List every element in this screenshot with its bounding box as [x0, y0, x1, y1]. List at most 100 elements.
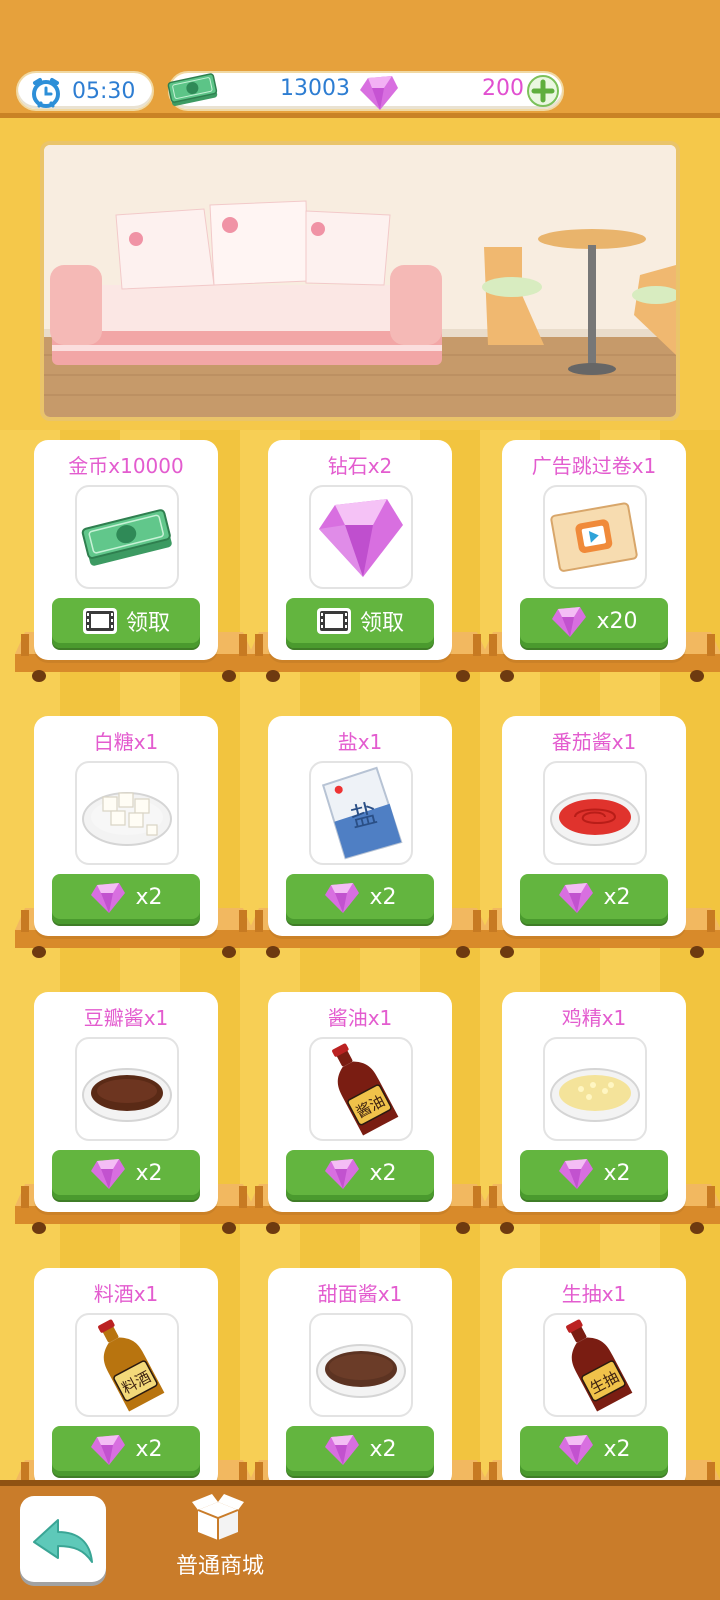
- back-button[interactable]: [20, 1496, 106, 1582]
- room-banner: [40, 141, 680, 421]
- ad-skip-ticket-icon: [550, 502, 638, 572]
- coin-count: 13003: [280, 76, 350, 101]
- bean-paste-plate-icon: [82, 1068, 172, 1122]
- buy-with-gems-button[interactable]: x2: [286, 1426, 434, 1476]
- item-image: [75, 485, 179, 589]
- price-label: x2: [603, 1160, 631, 1186]
- item-card: 生抽x1 生抽 x2: [502, 1268, 686, 1480]
- item-image: [543, 761, 647, 865]
- pink-diamond-icon: [552, 607, 587, 637]
- item-card: 盐x1 盐 x2: [268, 716, 452, 936]
- buy-with-gems-button[interactable]: x2: [286, 1150, 434, 1200]
- buy-with-gems-button[interactable]: x20: [520, 598, 668, 648]
- buy-with-gems-button[interactable]: x2: [520, 874, 668, 924]
- shop-item-card: 酱油x1 酱油 x2: [249, 982, 487, 1252]
- item-title: 金币x10000: [68, 454, 184, 478]
- top-bar: 05:30 13003 200: [0, 0, 720, 118]
- sweet-bean-sauce-plate-icon: [316, 1344, 406, 1398]
- pink-diamond-icon: [559, 883, 594, 913]
- watch-ad-claim-button[interactable]: 领取: [286, 598, 434, 648]
- item-title: 钻石x2: [327, 454, 393, 478]
- shop-item-card: 白糖x1 x2: [15, 706, 253, 976]
- item-image: 料酒: [75, 1313, 179, 1417]
- store-tab-label[interactable]: 普通商城: [160, 1548, 280, 1580]
- item-image: [543, 485, 647, 589]
- cooking-wine-bottle-icon: 料酒: [98, 1319, 165, 1412]
- shop-item-card: 鸡精x1 x2: [483, 982, 720, 1252]
- item-title: 酱油x1: [327, 1006, 393, 1030]
- pink-diamond-icon: [91, 1435, 126, 1465]
- shop-item-card: 甜面酱x1 x2: [249, 1258, 487, 1480]
- buy-with-gems-button[interactable]: x2: [520, 1426, 668, 1476]
- shop-item-card: 金币x10000 领取: [15, 430, 253, 700]
- item-title: 番茄酱x1: [551, 730, 637, 754]
- pink-diamond-icon: [559, 1435, 594, 1465]
- video-icon: [316, 608, 351, 634]
- price-label: x2: [135, 1160, 163, 1186]
- alarm-clock-icon: [32, 78, 60, 108]
- item-card: 甜面酱x1 x2: [268, 1268, 452, 1480]
- item-title: 料酒x1: [93, 1282, 159, 1306]
- item-card: 鸡精x1 x2: [502, 992, 686, 1212]
- cash-stack-icon: [81, 509, 172, 566]
- back-arrow-icon: [33, 1519, 93, 1563]
- video-icon: [82, 608, 117, 634]
- living-room-illustration: [44, 145, 676, 417]
- price-label: x2: [369, 1436, 397, 1462]
- pink-diamond-icon: [360, 76, 398, 110]
- item-title: 广告跳过卷x1: [531, 454, 657, 478]
- soy-sauce-bottle-icon: 酱油: [332, 1043, 399, 1136]
- item-card: 豆瓣酱x1 x2: [34, 992, 218, 1212]
- timer-text: 05:30: [72, 79, 136, 104]
- shop-item-card: 广告跳过卷x1 x20: [483, 430, 720, 700]
- price-label: 领取: [359, 611, 404, 636]
- item-image: 盐: [309, 761, 413, 865]
- item-image: [75, 761, 179, 865]
- timer-pill: 05:30: [16, 71, 154, 111]
- item-card: 酱油x1 酱油 x2: [268, 992, 452, 1212]
- light-soy-bottle-icon: 生抽: [566, 1319, 633, 1412]
- watch-ad-claim-button[interactable]: 领取: [52, 598, 200, 648]
- buy-with-gems-button[interactable]: x2: [52, 874, 200, 924]
- item-image: [543, 1037, 647, 1141]
- sugar-cubes-icon: [82, 792, 172, 846]
- shop-item-card: 盐x1 盐 x2: [249, 706, 487, 976]
- shop-item-card: 番茄酱x1 x2: [483, 706, 720, 976]
- shop-item-card: 豆瓣酱x1 x2: [15, 982, 253, 1252]
- buy-with-gems-button[interactable]: x2: [286, 874, 434, 924]
- buy-with-gems-button[interactable]: x2: [520, 1150, 668, 1200]
- item-title: 豆瓣酱x1: [83, 1006, 169, 1030]
- item-title: 鸡精x1: [561, 1006, 627, 1030]
- item-card: 白糖x1 x2: [34, 716, 218, 936]
- item-card: 金币x10000 领取: [34, 440, 218, 660]
- item-title: 盐x1: [337, 730, 383, 754]
- item-title: 生抽x1: [561, 1282, 627, 1306]
- pink-diamond-icon: [325, 1159, 360, 1189]
- price-label: x20: [596, 608, 638, 634]
- shop-item-card: 钻石x2 领取: [249, 430, 487, 700]
- bottom-bar: 普通商城: [0, 1480, 720, 1600]
- item-title: 白糖x1: [93, 730, 159, 754]
- item-image: 生抽: [543, 1313, 647, 1417]
- add-gems-button[interactable]: [526, 74, 560, 108]
- buy-with-gems-button[interactable]: x2: [52, 1150, 200, 1200]
- item-image: [75, 1037, 179, 1141]
- price-label: x2: [369, 884, 397, 910]
- cash-stack-icon: [167, 73, 218, 106]
- pink-diamond-icon: [559, 1159, 594, 1189]
- price-label: x2: [369, 1160, 397, 1186]
- pink-diamond-icon: [91, 883, 126, 913]
- item-card: 广告跳过卷x1 x20: [502, 440, 686, 660]
- ketchup-plate-icon: [550, 792, 640, 846]
- salt-bag-icon: 盐: [321, 766, 403, 860]
- price-label: x2: [603, 1436, 631, 1462]
- pink-diamond-icon: [319, 499, 403, 577]
- shop-item-card: 料酒x1 料酒 x2: [15, 1258, 253, 1480]
- pink-diamond-icon: [91, 1159, 126, 1189]
- buy-with-gems-button[interactable]: x2: [52, 1426, 200, 1476]
- item-image: [309, 485, 413, 589]
- item-card: 钻石x2 领取: [268, 440, 452, 660]
- price-label: x2: [135, 884, 163, 910]
- box-icon[interactable]: [190, 1494, 246, 1542]
- item-card: 番茄酱x1 x2: [502, 716, 686, 936]
